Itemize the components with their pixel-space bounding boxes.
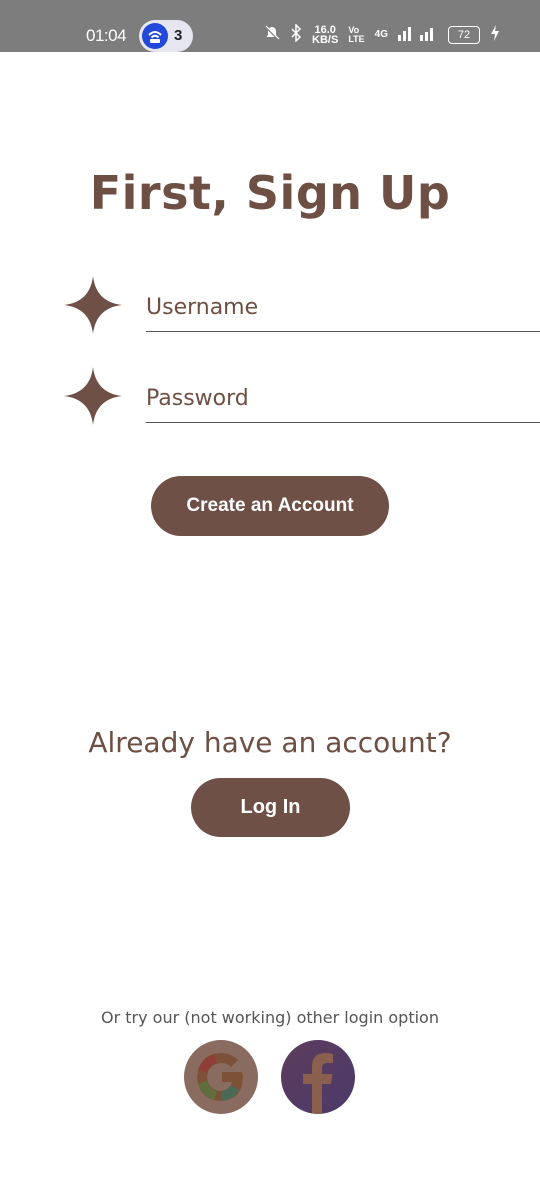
bluetooth-icon xyxy=(290,23,302,45)
page-title: First, Sign Up xyxy=(89,166,451,220)
google-login-button[interactable] xyxy=(184,1040,258,1114)
notification-count: 3 xyxy=(174,27,183,44)
status-icons: 16.0 KB/S Vo LTE 4G 72 xyxy=(264,23,500,46)
hotspot-indicator[interactable]: 3 xyxy=(139,20,193,52)
login-button[interactable]: Log In xyxy=(191,778,350,837)
sparkle-icon xyxy=(64,367,122,425)
mute-icon xyxy=(264,25,280,44)
alternative-login-text: Or try our (not working) other login opt… xyxy=(101,1008,439,1027)
username-input[interactable] xyxy=(146,290,540,332)
username-row xyxy=(64,276,540,336)
status-bar: 01:04 3 16.0 KB/S Vo LTE 4G 72 xyxy=(0,0,540,52)
signal-icon xyxy=(398,25,438,44)
password-row xyxy=(64,367,540,427)
battery-indicator: 72 xyxy=(448,25,480,44)
facebook-login-button[interactable] xyxy=(281,1040,355,1114)
hotspot-icon xyxy=(142,23,168,49)
create-account-button[interactable]: Create an Account xyxy=(151,476,389,536)
network-speed: 16.0 KB/S xyxy=(312,23,339,46)
sparkle-icon xyxy=(64,276,122,334)
status-time: 01:04 xyxy=(86,26,127,45)
charging-icon xyxy=(490,25,500,44)
network-type: 4G xyxy=(374,29,388,40)
login-prompt: Already have an account? xyxy=(88,726,452,759)
password-input[interactable] xyxy=(146,381,540,423)
volte-icon: Vo LTE xyxy=(348,24,365,44)
